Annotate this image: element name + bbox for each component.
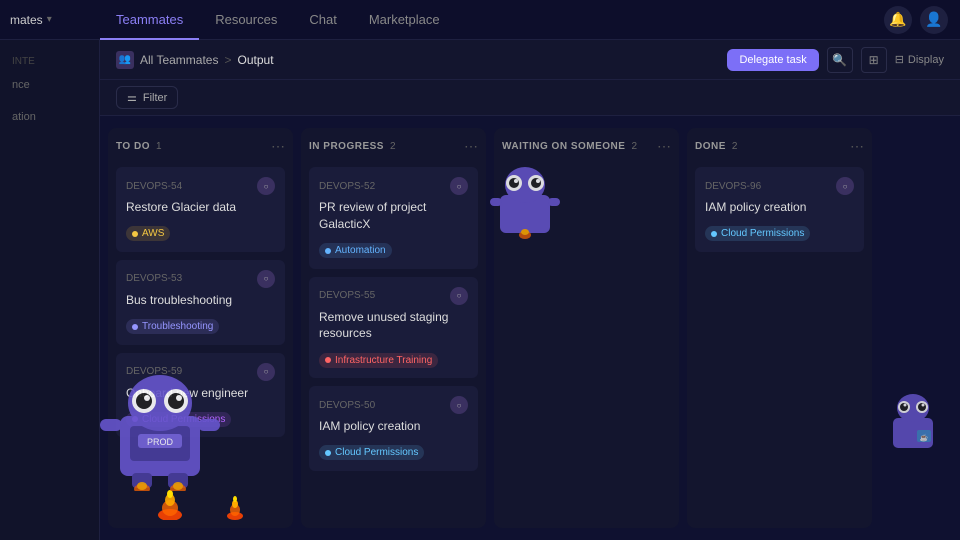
card-devops-55-id: DEVOPS-55 ○	[319, 287, 468, 305]
nav-left: mates ▾	[0, 13, 100, 27]
column-inprogress-menu[interactable]: ⋯	[464, 138, 478, 155]
card-devops-52-title: PR review of project GalacticX	[319, 199, 468, 233]
display-icon: ⊟	[895, 53, 904, 66]
column-inprogress: IN PROGRESS 2 ⋯ DEVOPS-52 ○ PR review of…	[301, 128, 486, 528]
breadcrumb: 👥 All Teammates > Output	[116, 51, 274, 69]
kanban-board: TO DO 1 ⋯ DEVOPS-54 ○ Restore Glacier da…	[100, 116, 960, 540]
column-todo-count: 1	[156, 141, 162, 152]
delegate-task-button[interactable]: Delegate task	[727, 49, 818, 71]
tab-marketplace[interactable]: Marketplace	[353, 0, 456, 40]
column-done-count: 2	[732, 141, 738, 152]
card-devops-55-tag: Infrastructure Training	[319, 353, 438, 368]
card-devops-52-tag: Automation	[319, 243, 392, 258]
card-devops-96[interactable]: DEVOPS-96 ○ IAM policy creation Cloud Pe…	[695, 167, 864, 252]
column-todo-header: TO DO 1 ⋯	[116, 138, 285, 155]
column-inprogress-header: IN PROGRESS 2 ⋯	[309, 138, 478, 155]
column-todo: TO DO 1 ⋯ DEVOPS-54 ○ Restore Glacier da…	[108, 128, 293, 528]
display-button[interactable]: ⊟ Display	[895, 53, 944, 66]
card-devops-59-id: DEVOPS-59 ○	[126, 363, 275, 381]
card-devops-54-id: DEVOPS-54 ○	[126, 177, 275, 195]
card-devops-59-avatar: ○	[257, 363, 275, 381]
column-waiting-title: WAITING ON SOMEONE	[502, 141, 625, 152]
view-toggle-btn[interactable]: ⊞	[861, 47, 887, 73]
card-devops-55[interactable]: DEVOPS-55 ○ Remove unused staging resour…	[309, 277, 478, 379]
breadcrumb-separator: >	[224, 53, 231, 67]
card-devops-54-title: Restore Glacier data	[126, 199, 275, 216]
tag-dot	[325, 248, 331, 254]
tab-resources[interactable]: Resources	[199, 0, 293, 40]
card-devops-59-tag: Cloud Permissions	[126, 412, 231, 427]
notification-icon[interactable]: 🔔	[884, 6, 912, 34]
app-name: mates	[10, 13, 43, 27]
tag-dot	[711, 231, 717, 237]
sidebar: Inte nce ation	[0, 40, 100, 540]
card-devops-54[interactable]: DEVOPS-54 ○ Restore Glacier data AWS	[116, 167, 285, 252]
column-done: DONE 2 ⋯ DEVOPS-96 ○ IAM policy creation…	[687, 128, 872, 528]
card-devops-55-title: Remove unused staging resources	[319, 309, 468, 343]
column-inprogress-title: IN PROGRESS	[309, 141, 384, 152]
column-done-header: DONE 2 ⋯	[695, 138, 864, 155]
card-devops-53[interactable]: DEVOPS-53 ○ Bus troubleshooting Troubles…	[116, 260, 285, 345]
tab-teammates[interactable]: Teammates	[100, 0, 199, 40]
card-devops-50-id: DEVOPS-50 ○	[319, 396, 468, 414]
tag-dot	[132, 324, 138, 330]
column-done-title: DONE	[695, 141, 726, 152]
column-waiting-header: WAITING ON SOMEONE 2 ⋯	[502, 138, 671, 155]
nav-chevron-icon: ▾	[47, 14, 52, 25]
card-devops-54-avatar: ○	[257, 177, 275, 195]
tag-dot	[325, 450, 331, 456]
card-devops-59[interactable]: DEVOPS-59 ○ Onboard new engineer Cloud P…	[116, 353, 285, 438]
toolbar-row: ⚌ Filter	[100, 80, 960, 116]
subheader: 👥 All Teammates > Output Delegate task 🔍…	[100, 40, 960, 80]
card-devops-53-avatar: ○	[257, 270, 275, 288]
filter-icon: ⚌	[127, 91, 137, 104]
column-waiting-count: 2	[631, 141, 637, 152]
column-inprogress-count: 2	[390, 141, 396, 152]
tag-dot	[132, 231, 138, 237]
card-devops-52-avatar: ○	[450, 177, 468, 195]
card-devops-54-tag: AWS	[126, 226, 170, 241]
column-todo-title: TO DO	[116, 141, 150, 152]
card-devops-50-avatar: ○	[450, 396, 468, 414]
card-devops-55-avatar: ○	[450, 287, 468, 305]
card-devops-52[interactable]: DEVOPS-52 ○ PR review of project Galacti…	[309, 167, 478, 269]
top-nav: mates ▾ Teammates Resources Chat Marketp…	[0, 0, 960, 40]
sidebar-item-ation[interactable]: ation	[0, 101, 99, 133]
breadcrumb-output: Output	[238, 53, 274, 67]
display-label: Display	[908, 54, 944, 66]
column-waiting-menu[interactable]: ⋯	[657, 138, 671, 155]
card-devops-52-id: DEVOPS-52 ○	[319, 177, 468, 195]
nav-right: 🔔 👤	[884, 6, 960, 34]
column-done-menu[interactable]: ⋯	[850, 138, 864, 155]
nav-tabs: Teammates Resources Chat Marketplace	[100, 0, 884, 40]
column-waiting: WAITING ON SOMEONE 2 ⋯	[494, 128, 679, 528]
card-devops-96-id: DEVOPS-96 ○	[705, 177, 854, 195]
card-devops-96-title: IAM policy creation	[705, 199, 854, 216]
tag-dot	[132, 416, 138, 422]
card-devops-53-title: Bus troubleshooting	[126, 292, 275, 309]
card-devops-96-tag: Cloud Permissions	[705, 226, 810, 241]
card-devops-50-title: IAM policy creation	[319, 418, 468, 435]
breadcrumb-teammates[interactable]: All Teammates	[140, 53, 218, 67]
column-todo-menu[interactable]: ⋯	[271, 138, 285, 155]
breadcrumb-icon: 👥	[116, 51, 134, 69]
filter-button[interactable]: ⚌ Filter	[116, 86, 178, 109]
card-devops-53-id: DEVOPS-53 ○	[126, 270, 275, 288]
sidebar-section-1: Inte	[0, 50, 99, 69]
card-devops-96-avatar: ○	[836, 177, 854, 195]
card-devops-50[interactable]: DEVOPS-50 ○ IAM policy creation Cloud Pe…	[309, 386, 478, 471]
filter-label: Filter	[143, 92, 167, 104]
tag-dot	[325, 357, 331, 363]
sidebar-item-nce[interactable]: nce	[0, 69, 99, 101]
card-devops-59-title: Onboard new engineer	[126, 385, 275, 402]
user-avatar[interactable]: 👤	[920, 6, 948, 34]
tab-chat[interactable]: Chat	[293, 0, 352, 40]
card-devops-50-tag: Cloud Permissions	[319, 445, 424, 460]
search-icon-btn[interactable]: 🔍	[827, 47, 853, 73]
card-devops-53-tag: Troubleshooting	[126, 319, 219, 334]
